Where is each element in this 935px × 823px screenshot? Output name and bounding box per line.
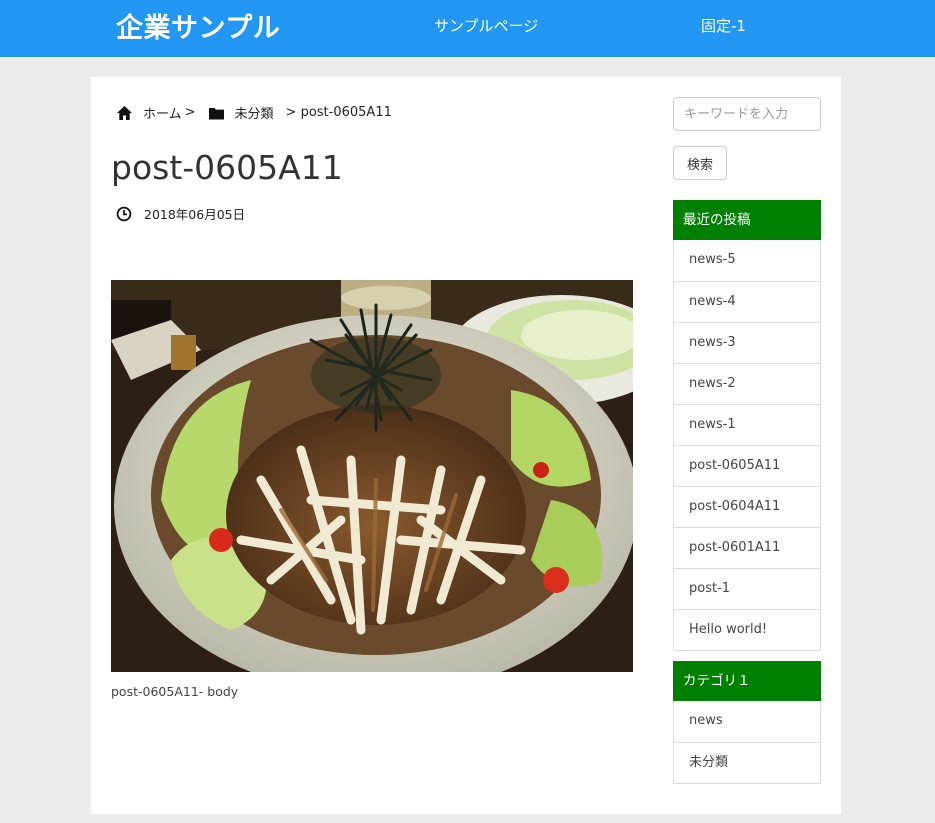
category-item[interactable]: news (674, 701, 820, 742)
recent-post-item[interactable]: post-0605A11 (674, 445, 820, 486)
site-header: 企業サンプル サンプルページ 固定-1 (0, 0, 935, 57)
breadcrumb: ホーム > 未分類 > post-0605A11 (116, 102, 392, 122)
recent-post-item[interactable]: post-1 (674, 568, 820, 609)
recent-post-link[interactable]: news-5 (689, 252, 736, 267)
categories-list: news 未分類 (673, 701, 821, 784)
salad-photo (111, 280, 633, 672)
post-date: 2018年06月05日 (116, 204, 245, 223)
breadcrumb-separator: > (184, 104, 196, 120)
post-body-text: post-0605A11- body (111, 684, 239, 699)
breadcrumb-home-link[interactable]: ホーム (143, 103, 182, 122)
recent-post-link[interactable]: news-1 (689, 417, 736, 432)
recent-post-item[interactable]: news-4 (674, 281, 820, 322)
categories-title: カテゴリ１ (673, 661, 821, 701)
recent-post-link[interactable]: post-1 (689, 581, 730, 596)
post-date-text: 2018年06月05日 (144, 207, 246, 222)
recent-post-item[interactable]: post-0604A11 (674, 486, 820, 527)
recent-post-item[interactable]: Hello world! (674, 609, 820, 650)
recent-post-link[interactable]: news-4 (689, 294, 736, 309)
category-item[interactable]: 未分類 (674, 742, 820, 783)
recent-posts-list: news-5 news-4 news-3 news-2 news-1 post-0605A… (673, 240, 821, 651)
recent-post-link[interactable]: post-0605A11 (689, 458, 780, 473)
breadcrumb-category-link[interactable]: 未分類 (235, 103, 274, 122)
post-title: post-0605A11 (111, 148, 343, 187)
post-image (111, 280, 633, 672)
recent-post-link[interactable]: post-0604A11 (689, 499, 780, 514)
recent-post-link[interactable]: news-2 (689, 376, 736, 391)
recent-posts-title: 最近の投稿 (673, 200, 821, 240)
recent-post-item[interactable]: news-1 (674, 404, 820, 445)
search-input[interactable] (673, 97, 821, 131)
recent-post-link[interactable]: post-0601A11 (689, 540, 780, 555)
category-link[interactable]: news (689, 713, 723, 728)
recent-posts-widget: 最近の投稿 news-5 news-4 news-3 news-2 news-1 post… (673, 200, 821, 651)
recent-post-item[interactable]: news-2 (674, 363, 820, 404)
home-icon (117, 106, 132, 120)
nav-link-fixed-1[interactable]: 固定-1 (701, 15, 746, 36)
recent-post-item[interactable]: news-5 (674, 240, 820, 281)
search-button[interactable]: 検索 (673, 146, 727, 180)
recent-post-link[interactable]: Hello world! (689, 622, 767, 637)
site-title-link[interactable]: 企業サンプル (116, 6, 280, 45)
category-link[interactable]: 未分類 (689, 755, 728, 770)
recent-post-item[interactable]: news-3 (674, 322, 820, 363)
folder-icon (208, 108, 224, 120)
recent-post-item[interactable]: post-0601A11 (674, 527, 820, 568)
breadcrumb-current: > post-0605A11 (285, 104, 392, 120)
categories-widget: カテゴリ１ news 未分類 (673, 661, 821, 784)
recent-post-link[interactable]: news-3 (689, 335, 736, 350)
clock-icon (116, 206, 132, 221)
nav-link-sample-page[interactable]: サンプルページ (434, 15, 538, 36)
